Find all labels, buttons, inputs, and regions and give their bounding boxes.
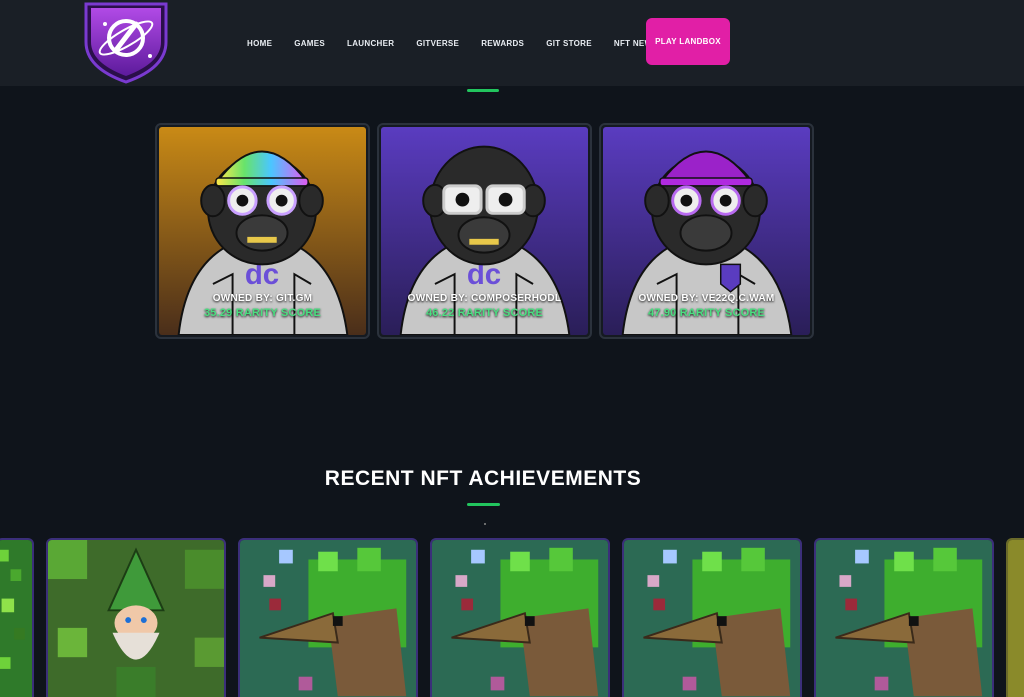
nav-rewards[interactable]: REWARDS: [481, 39, 524, 48]
rarity-score: 35.29 RARITY SCORE: [203, 307, 322, 319]
achievement-card[interactable]: [0, 538, 34, 697]
play-landbox-button[interactable]: PLAY LANDBOX: [646, 18, 730, 65]
nft-card[interactable]: dc OWNED BY: GIT.GM 35.29 RARITY SCORE: [155, 123, 370, 339]
nav-home[interactable]: HOME: [247, 39, 272, 48]
achievement-card[interactable]: [814, 538, 994, 697]
rarity-score: 46.22 RARITY SCORE: [425, 307, 544, 319]
page: HOME GAMES LAUNCHER GITVERSE REWARDS GIT…: [0, 0, 1024, 697]
achievement-card[interactable]: [46, 538, 226, 697]
owner-cards: dc OWNED BY: GIT.GM 35.29 RARITY SCORE d…: [155, 123, 814, 339]
main-nav: HOME GAMES LAUNCHER GITVERSE REWARDS GIT…: [236, 0, 669, 86]
achievement-card[interactable]: [430, 538, 610, 697]
carousel-dot[interactable]: [484, 523, 486, 525]
site-header: HOME GAMES LAUNCHER GITVERSE REWARDS GIT…: [0, 0, 1024, 86]
section-accent-line: [467, 89, 499, 92]
section-title: RECENT NFT ACHIEVEMENTS: [324, 467, 642, 490]
achievement-card[interactable]: [238, 538, 418, 697]
logo-shield-icon[interactable]: [80, 0, 172, 84]
owner-label: OWNED BY: COMPOSERHODL: [407, 293, 562, 304]
nav-gitverse[interactable]: GITVERSE: [416, 39, 459, 48]
nav-launcher[interactable]: LAUNCHER: [347, 39, 394, 48]
nft-card[interactable]: dc OWNED BY: COMPOSERHODL 46.22 RARITY S…: [377, 123, 592, 339]
nav-games[interactable]: GAMES: [294, 39, 325, 48]
owner-label: OWNED BY: VE22Q.C.WAM: [638, 293, 775, 304]
nft-card[interactable]: OWNED BY: VE22Q.C.WAM 47.90 RARITY SCORE: [599, 123, 814, 339]
nav-git-store[interactable]: GIT STORE: [546, 39, 592, 48]
achievement-card[interactable]: [1006, 538, 1024, 697]
achievement-card[interactable]: [622, 538, 802, 697]
owner-label: OWNED BY: GIT.GM: [212, 293, 313, 304]
rarity-score: 47.90 RARITY SCORE: [647, 307, 766, 319]
section-accent-line: [467, 503, 500, 506]
